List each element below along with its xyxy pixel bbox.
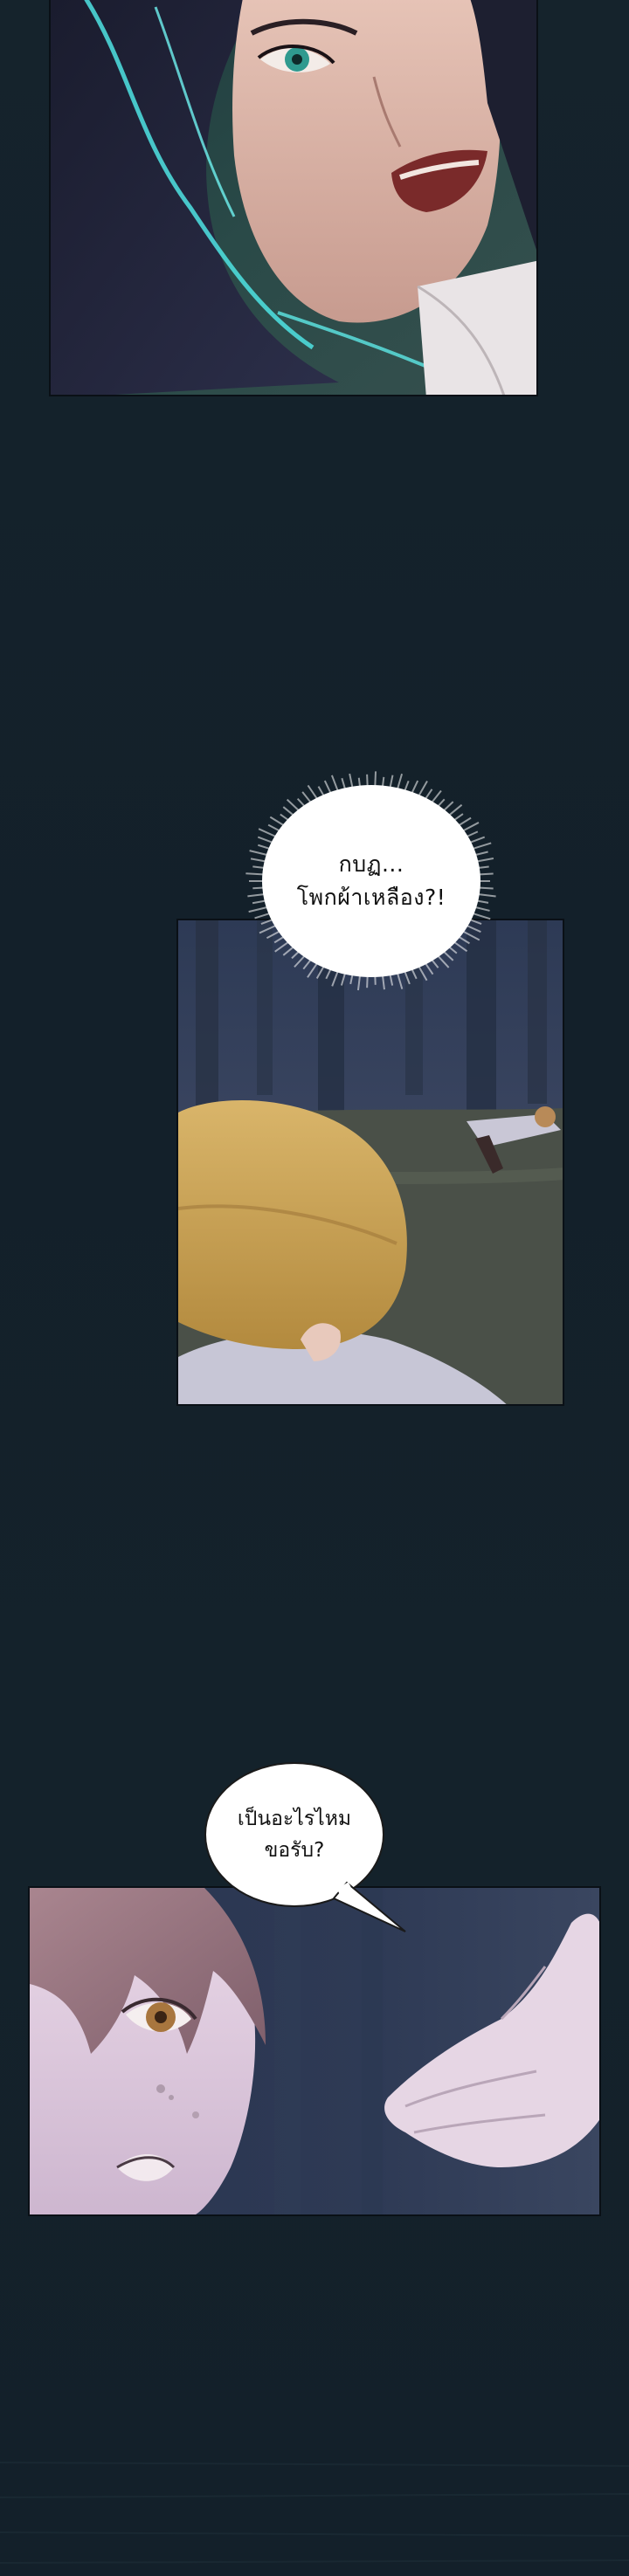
panel-man-face — [49, 0, 538, 396]
boy-face-illustration — [30, 1888, 599, 2214]
speech-line-1: เป็นอะไรไหม — [237, 1808, 352, 1830]
panel-boy-face — [28, 1886, 601, 2216]
speech-line-2: ขอรับ? — [264, 1839, 325, 1862]
burst-line-2: โพกผ้าเหลือง?! — [296, 885, 446, 910]
round-bubble-text: เป็นอะไรไหม ขอรับ? — [203, 1760, 386, 1909]
man-face-illustration — [51, 0, 536, 395]
bottom-texture — [0, 2462, 629, 2564]
burst-bubble-text: กบฏ... โพกผ้าเหลือง?! — [236, 763, 507, 999]
comic-page: กบฏ... โพกผ้าเหลือง?! เป็นอะไรไหม ขอรับ? — [0, 0, 629, 2576]
burst-line-1: กบฏ... — [338, 851, 404, 877]
